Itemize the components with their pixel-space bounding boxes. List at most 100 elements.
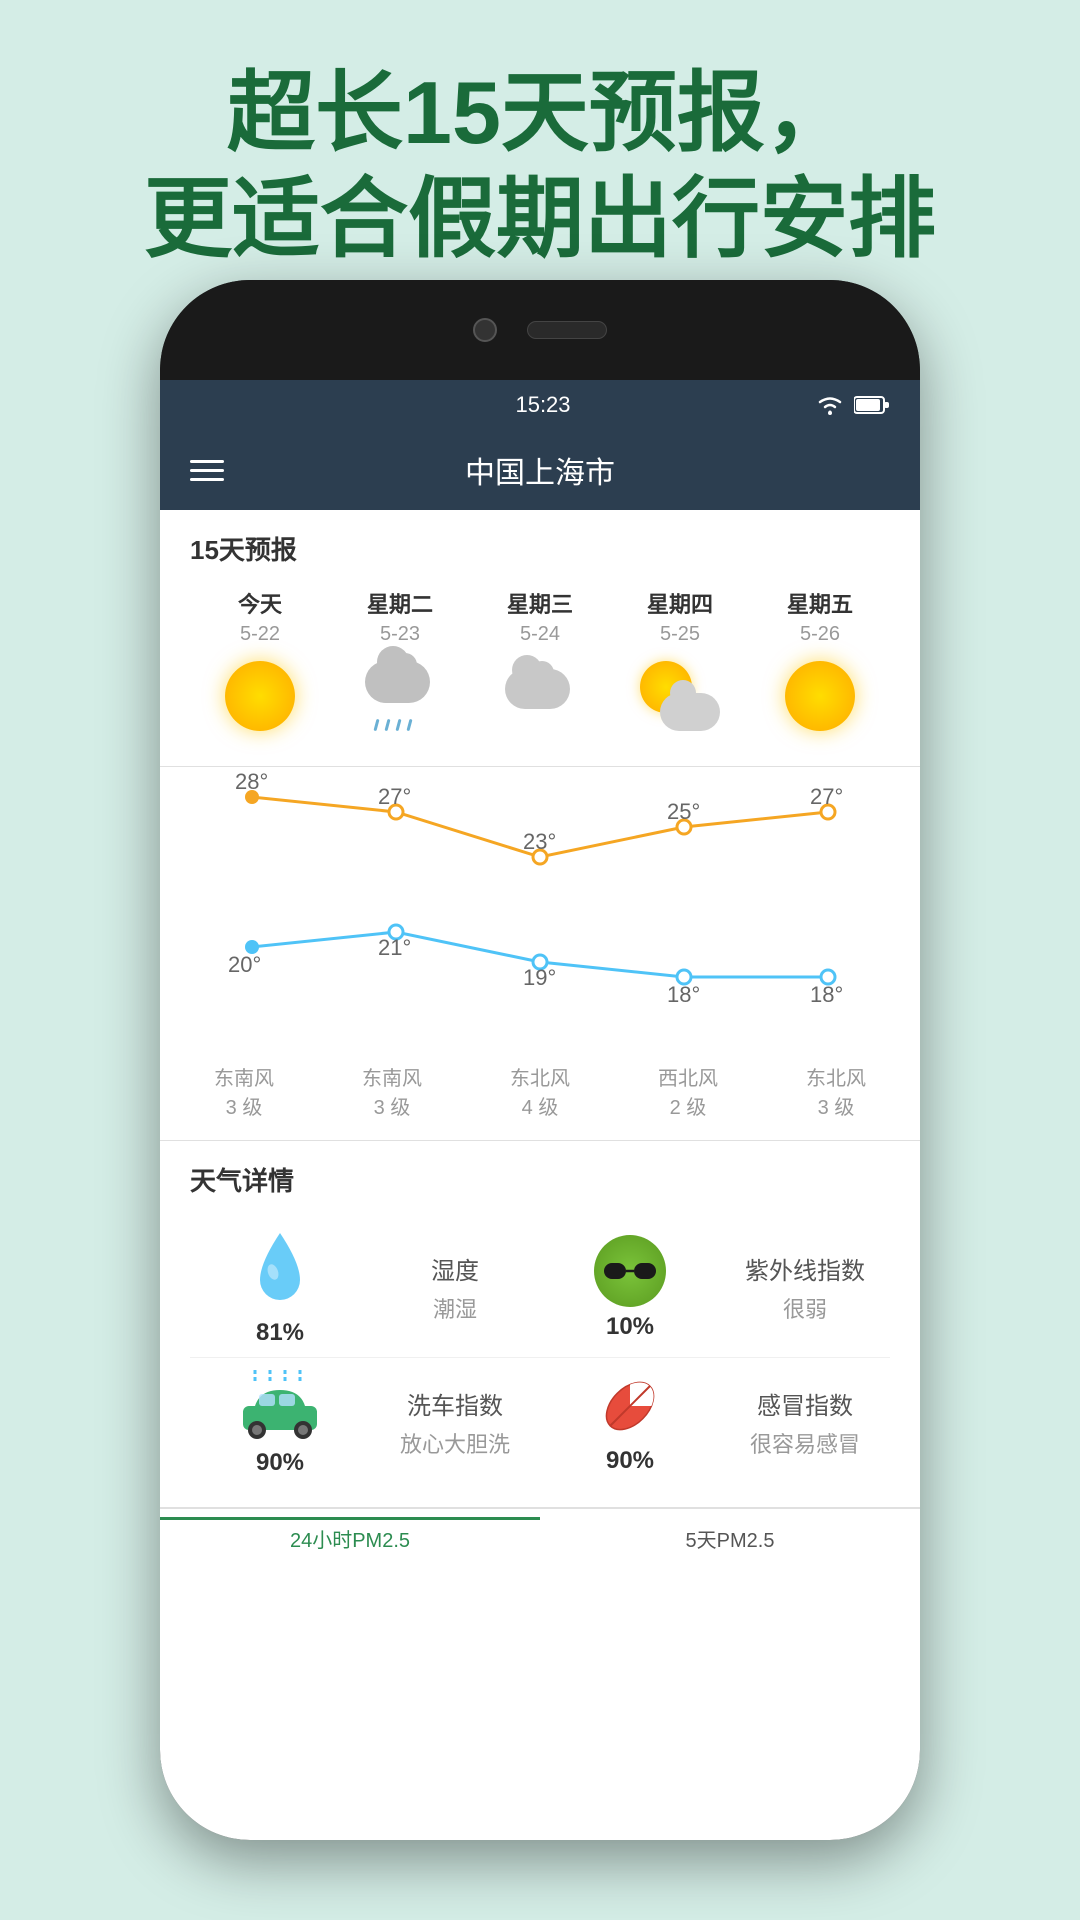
pc-cloud-3 [660, 693, 720, 731]
humidity-label-item: 湿度 潮湿 [370, 1251, 540, 1324]
high-label-2: 23° [523, 829, 556, 854]
day-name-2: 星期三 [507, 587, 573, 619]
bottom-tabs: 24小时PM2.5 5天PM2.5 [160, 1507, 920, 1561]
wind-dir-4: 东北风 [806, 1062, 866, 1091]
carwash-label: 洗车指数 [407, 1386, 503, 1421]
tab-no-indicator [540, 1517, 920, 1520]
day-col-3: 星期四 5-25 [615, 587, 745, 746]
forecast-section: 15天预报 今天 5-22 星期二 5-23 [160, 510, 920, 767]
low-label-4: 18° [810, 982, 843, 1007]
wifi-icon [816, 394, 844, 416]
carwash-item: 90% [190, 1368, 370, 1477]
sun-icon-4 [785, 661, 855, 731]
rain-drop-2 [384, 719, 390, 731]
cold-item: 90% [540, 1371, 720, 1475]
uv-value: 10% [606, 1313, 654, 1341]
wind-level-1: 3 级 [374, 1091, 411, 1120]
carwash-sublabel: 放心大胆洗 [400, 1427, 510, 1459]
front-camera [473, 318, 497, 342]
wind-level-3: 2 级 [670, 1091, 707, 1120]
phone-screen: 15天预报 今天 5-22 星期二 5-23 [160, 510, 920, 1840]
day-col-2: 星期三 5-24 [475, 587, 605, 746]
day-date-3: 5-25 [660, 623, 700, 646]
tab-indicator-active [160, 1517, 540, 1520]
cold-value: 90% [606, 1447, 654, 1475]
tab-pm25-24h[interactable]: 24小时PM2.5 [160, 1509, 540, 1561]
day-name-3: 星期四 [647, 587, 713, 619]
battery-icon [854, 395, 890, 415]
details-section: 天气详情 81% 湿度 潮湿 [160, 1141, 920, 1507]
weather-icon-0 [220, 656, 300, 736]
wind-level-0: 3 级 [226, 1091, 263, 1120]
day-date-2: 5-24 [520, 623, 560, 646]
day-col-0: 今天 5-22 [195, 587, 325, 746]
wind-dir-2: 东北风 [510, 1062, 570, 1091]
day-date-0: 5-22 [240, 623, 280, 646]
wind-level-4: 3 级 [818, 1091, 855, 1120]
uv-item: 10% [540, 1235, 720, 1341]
status-time: 15:23 [515, 392, 570, 418]
humidity-sublabel: 潮湿 [433, 1292, 477, 1324]
wind-col-3: 西北风 2 级 [623, 1062, 753, 1120]
menu-button[interactable] [190, 460, 224, 481]
day-name-0: 今天 [238, 587, 282, 619]
temp-chart-container: 28° 27° 23° 25° 27° 20° [160, 767, 920, 1052]
uv-sublabel: 很弱 [783, 1292, 827, 1324]
days-row: 今天 5-22 星期二 5-23 [190, 587, 890, 746]
forecast-title: 15天预报 [190, 530, 890, 567]
uv-label-item: 紫外线指数 很弱 [720, 1251, 890, 1324]
pill-icon [595, 1371, 665, 1441]
status-icons [816, 394, 890, 416]
low-label-2: 19° [523, 965, 556, 990]
wind-col-1: 东南风 3 级 [327, 1062, 457, 1120]
wind-dir-0: 东南风 [214, 1062, 274, 1091]
tab-label-5d: 5天PM2.5 [686, 1524, 775, 1553]
details-title: 天气详情 [190, 1161, 890, 1198]
rain-drops [375, 719, 411, 731]
weather-icon-2 [500, 656, 580, 736]
carwash-value: 90% [256, 1449, 304, 1477]
app-title: 中国上海市 [465, 448, 615, 492]
humidity-item: 81% [190, 1228, 370, 1347]
details-row-2: 90% 洗车指数 放心大胆洗 [190, 1358, 890, 1487]
wind-dir-3: 西北风 [658, 1062, 718, 1091]
tab-pm25-5d[interactable]: 5天PM2.5 [540, 1509, 920, 1561]
wind-row: 东南风 3 级 东南风 3 级 东北风 4 级 西北风 2 级 东北风 3 [160, 1052, 920, 1141]
humidity-value: 81% [256, 1319, 304, 1347]
menu-line-1 [190, 460, 224, 463]
cloud-rain-icon-1 [360, 661, 440, 731]
rain-drop-4 [406, 719, 412, 731]
sun-icon-0 [225, 661, 295, 731]
wind-col-2: 东北风 4 级 [475, 1062, 605, 1120]
header-title: 超长15天预报， 更适合假期出行安排 [40, 60, 1040, 271]
status-bar: 15:23 [160, 380, 920, 430]
app-bar: 中国上海市 [160, 430, 920, 510]
partly-cloudy-icon-3 [640, 661, 720, 731]
cold-label: 感冒指数 [757, 1386, 853, 1421]
weather-icon-4 [780, 656, 860, 736]
low-label-0: 20° [228, 952, 261, 977]
cloud-bump-2b [530, 661, 554, 685]
low-label-3: 18° [667, 982, 700, 1007]
wind-dir-1: 东南风 [362, 1062, 422, 1091]
temp-chart-svg: 28° 27° 23° 25° 27° 20° [180, 767, 900, 1047]
phone-top-bar [160, 280, 920, 380]
day-name-1: 星期二 [367, 587, 433, 619]
phone-shell: 15:23 [160, 280, 920, 1840]
day-name-4: 星期五 [787, 587, 853, 619]
day-col-1: 星期二 5-23 [335, 587, 465, 746]
menu-line-2 [190, 469, 224, 472]
details-row-1: 81% 湿度 潮湿 [190, 1218, 890, 1358]
uv-label: 紫外线指数 [745, 1251, 865, 1286]
tab-label-24h: 24小时PM2.5 [290, 1524, 410, 1553]
day-col-4: 星期五 5-26 [755, 587, 885, 746]
day-date-1: 5-23 [380, 623, 420, 646]
rain-drop-3 [395, 719, 401, 731]
cloud-body [365, 661, 430, 703]
carwash-label-item: 洗车指数 放心大胆洗 [370, 1386, 540, 1459]
cold-sublabel: 很容易感冒 [750, 1427, 860, 1459]
wind-col-4: 东北风 3 级 [771, 1062, 901, 1120]
humidity-label: 湿度 [431, 1251, 479, 1286]
cold-label-item: 感冒指数 很容易感冒 [720, 1386, 890, 1459]
weather-icon-3 [640, 656, 720, 736]
